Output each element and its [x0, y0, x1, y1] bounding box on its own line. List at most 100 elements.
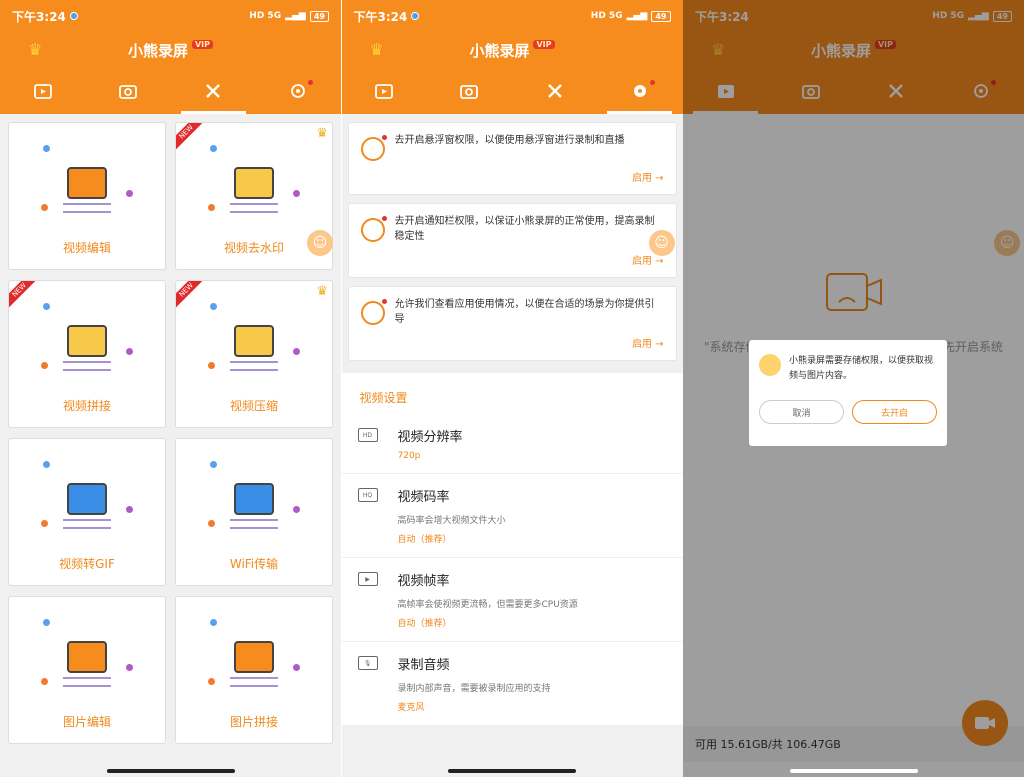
setting-row[interactable]: HD 视频分辨率 720p: [341, 414, 683, 474]
permission-text: 去开启通知栏权限，以保证小熊录屏的正常使用，提高录制稳定性: [394, 216, 655, 242]
tool-label: 视频压缩: [229, 399, 278, 413]
home-indicator: [106, 769, 235, 773]
camera-icon: [118, 85, 137, 99]
tool-label: WiFi传输: [229, 557, 279, 571]
floating-ball-icon[interactable]: ☺: [648, 230, 675, 256]
tab-videos[interactable]: [342, 68, 427, 114]
tool-card[interactable]: 图片编辑: [8, 596, 166, 744]
tool-illustration: [39, 451, 135, 547]
tool-icon: [234, 325, 274, 357]
permission-icon: [360, 135, 387, 161]
tool-illustration: [206, 451, 302, 547]
setting-value: 自动（推荐）: [397, 619, 452, 629]
setting-value: 自动（推荐）: [397, 535, 452, 545]
enable-button[interactable]: 去开启: [852, 400, 937, 424]
tool-icon: [234, 641, 274, 673]
tab-settings[interactable]: [256, 68, 341, 114]
new-badge: NEW: [9, 281, 41, 311]
setting-title: 录制音频: [397, 658, 450, 673]
tab-videos[interactable]: [0, 68, 85, 114]
tab-screenshots[interactable]: [85, 68, 170, 114]
tool-card[interactable]: 视频编辑: [8, 122, 166, 270]
status-time: 下午3:24: [12, 9, 66, 24]
permission-card: 允许我们查看应用使用情况，以便在合适的场景为你提供引导 启用 →: [347, 286, 677, 361]
crown-icon[interactable]: ♛: [370, 40, 384, 59]
phone-tools: 下午3:24 HD 5G ▂▄▆ 49 ♛ 小熊录屏 VIP 视频编辑 NEW …: [0, 0, 341, 777]
battery-icon: 49: [309, 10, 329, 22]
tool-illustration: [39, 135, 135, 231]
home-indicator: [789, 769, 918, 773]
app-title: 小熊录屏: [469, 41, 530, 60]
battery-icon: 49: [651, 10, 671, 22]
signal-icon: ▂▄▆: [285, 11, 306, 21]
tool-card[interactable]: 视频转GIF: [8, 438, 166, 586]
permission-icon: [360, 299, 387, 325]
setting-row[interactable]: 🎙 录制音频 录制内部声音，需要被录制应用的支持 麦克风: [341, 642, 683, 726]
setting-title: 视频码率: [397, 490, 450, 505]
video-icon: [33, 84, 52, 99]
enable-permission-button[interactable]: 启用 →: [361, 252, 664, 267]
status-time: 下午3:24: [353, 9, 408, 24]
tool-illustration: [39, 609, 135, 705]
permission-text: 去开启悬浮窗权限，以便使用悬浮窗进行录制和直播: [394, 135, 625, 146]
tool-icon: [67, 483, 107, 515]
tool-label: 视频去水印: [223, 241, 284, 255]
setting-row[interactable]: ▶ 视频帧率 高帧率会使视频更流畅，但需要更多CPU资源 自动（推荐）: [341, 558, 683, 642]
new-badge: NEW: [176, 281, 208, 311]
tool-card[interactable]: NEW 视频拼接: [8, 280, 166, 428]
tool-label: 视频拼接: [62, 399, 111, 413]
setting-desc: 高帧率会使视频更流畅，但需要更多CPU资源: [397, 600, 578, 610]
crown-icon[interactable]: ♛: [28, 40, 42, 59]
floating-ball-icon[interactable]: ☺: [307, 230, 333, 256]
notification-icon: [411, 12, 420, 20]
setting-icon: HD: [357, 428, 378, 442]
gear-icon: [291, 84, 306, 98]
setting-icon: 🎙: [357, 656, 378, 670]
tool-label: 视频转GIF: [59, 557, 115, 571]
new-badge: NEW: [176, 123, 208, 153]
setting-title: 视频帧率: [397, 574, 450, 589]
network-indicator: HD 5G: [249, 11, 282, 21]
tool-illustration: [39, 293, 135, 389]
app-title: 小熊录屏: [127, 41, 188, 60]
tool-label: 图片编辑: [62, 715, 111, 729]
setting-row[interactable]: HQ 视频码率 高码率会增大视频文件大小 自动（推荐）: [341, 474, 683, 558]
permission-icon: [360, 216, 387, 242]
camera-icon: [460, 85, 479, 99]
tab-settings[interactable]: [597, 68, 682, 114]
tools-grid: 视频编辑 NEW ♛ 视频去水印 NEW 视频拼接 NEW ♛ 视频压缩 视频转…: [0, 114, 341, 752]
permission-text: 允许我们查看应用使用情况，以便在合适的场景为你提供引导: [394, 299, 655, 325]
tab-tools[interactable]: [171, 68, 256, 114]
tool-label: 图片拼接: [229, 715, 278, 729]
phone-videos-dialog: 下午3:24 HD 5G▂▄▆49 ♛ 小熊录屏VIP "系统存储权限"未开启，…: [683, 0, 1024, 777]
vip-badge: VIP: [191, 39, 214, 49]
tab-screenshots[interactable]: [427, 68, 512, 114]
enable-permission-button[interactable]: 启用 →: [361, 335, 664, 350]
main-tabs: [342, 68, 683, 114]
tab-tools[interactable]: [512, 68, 597, 114]
setting-icon: ▶: [357, 572, 378, 586]
home-indicator: [448, 769, 576, 773]
tool-label: 视频编辑: [62, 241, 111, 255]
video-icon: [375, 84, 394, 99]
tool-card[interactable]: WiFi传输: [175, 438, 333, 586]
setting-desc: 高码率会增大视频文件大小: [397, 516, 506, 526]
tool-icon: [234, 167, 274, 199]
tool-icon: [67, 167, 107, 199]
tool-illustration: [206, 135, 302, 231]
tools-icon: [206, 84, 220, 98]
notification-icon: [69, 12, 78, 20]
main-tabs: [0, 68, 341, 114]
permission-dialog: 小熊录屏需要存储权限，以便获取视频与图片内容。 取消 去开启: [749, 340, 947, 446]
enable-permission-button[interactable]: 启用 →: [361, 169, 664, 184]
crown-icon: ♛: [316, 126, 328, 141]
status-bar: 下午3:24 HD 5G ▂▄▆ 49: [0, 0, 341, 32]
signal-icon: ▂▄▆: [626, 11, 648, 21]
cancel-button[interactable]: 取消: [759, 400, 844, 424]
tool-card[interactable]: NEW ♛ 视频压缩: [175, 280, 333, 428]
setting-value: 720p: [397, 451, 421, 461]
red-dot-badge: [649, 80, 655, 85]
tool-card[interactable]: 图片拼接: [175, 596, 333, 744]
setting-title: 视频分辨率: [397, 430, 463, 445]
permission-card: 去开启通知栏权限，以保证小熊录屏的正常使用，提高录制稳定性 启用 →: [347, 203, 677, 278]
